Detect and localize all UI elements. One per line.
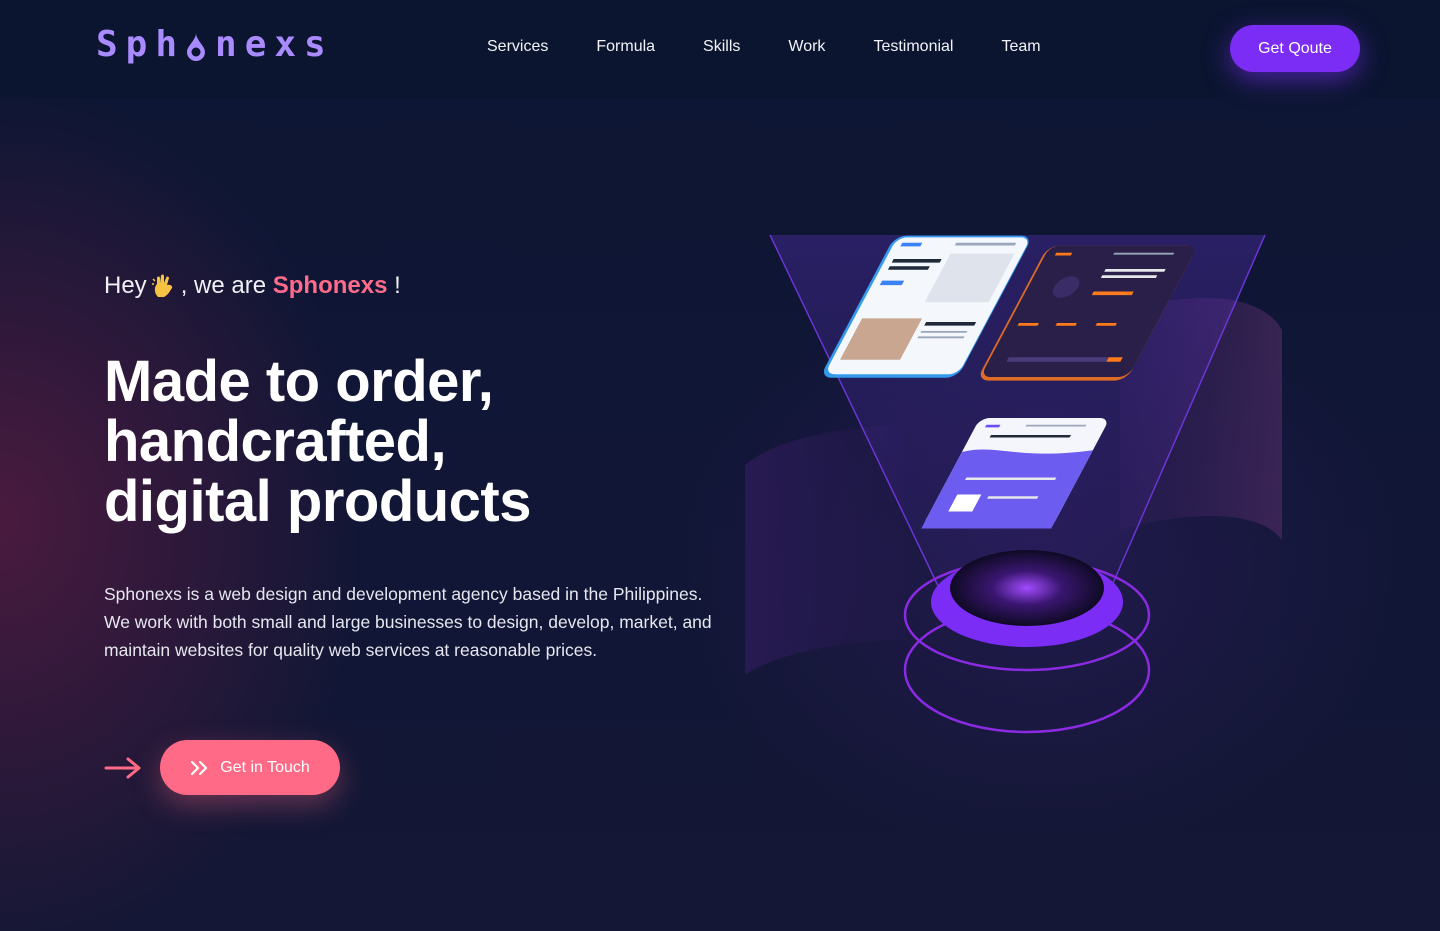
hero-illustration [745, 234, 1282, 734]
main-nav: Services Formula Skills Work Testimonial… [487, 38, 1041, 56]
nav-formula[interactable]: Formula [596, 38, 655, 56]
hero-intro: Hey , we are Sphonexs ! [104, 272, 401, 300]
intro-prefix: Hey [104, 272, 147, 299]
hand-icon [151, 274, 172, 297]
intro-middle: , we are [180, 272, 267, 299]
site-header: Sph nexs Services Formula Skills Work Te… [0, 0, 1440, 98]
intro-brand: Sphonexs [272, 272, 388, 299]
projector-hole [950, 550, 1104, 626]
hero-title: Made to order, handcrafted, digital prod… [104, 352, 724, 532]
get-in-touch-button[interactable]: Get in Touch [160, 740, 340, 795]
logo[interactable]: Sph nexs [96, 24, 334, 65]
arrow-right-icon [104, 757, 141, 779]
nav-testimonial[interactable]: Testimonial [873, 38, 953, 56]
hero-title-line: handcrafted, [104, 409, 447, 474]
double-chevron-icon [191, 760, 208, 775]
intro-suffix: ! [394, 272, 401, 299]
drop-icon [187, 32, 206, 61]
hero-description: Sphonexs is a web design and development… [104, 584, 712, 660]
nav-skills[interactable]: Skills [703, 38, 740, 56]
nav-services[interactable]: Services [487, 38, 548, 56]
hero-title-line: digital products [104, 469, 532, 534]
nav-team[interactable]: Team [1001, 38, 1040, 56]
get-in-touch-label: Get in Touch [220, 758, 310, 776]
get-quote-button[interactable]: Get Qoute [1230, 25, 1360, 72]
logo-suffix: nexs [215, 24, 334, 65]
nav-work[interactable]: Work [788, 38, 825, 56]
hero-title-line: Made to order, [104, 349, 494, 414]
logo-prefix: Sph [96, 24, 186, 65]
